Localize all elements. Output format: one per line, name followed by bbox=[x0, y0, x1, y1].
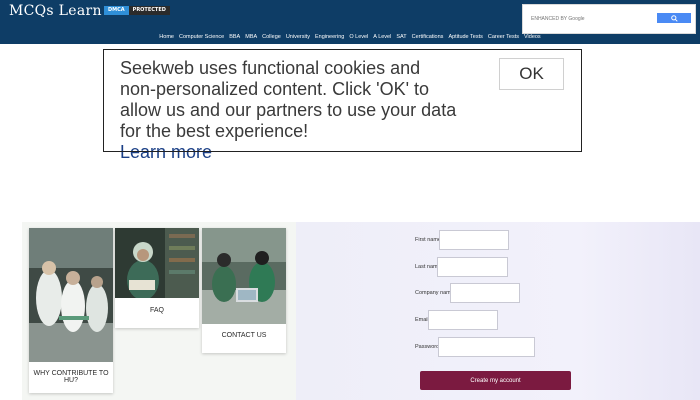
nav-item-computer-science[interactable]: Computer Science bbox=[179, 31, 224, 44]
nav-item-home[interactable]: Home bbox=[159, 31, 174, 44]
card-contact-us[interactable]: CONTACT US bbox=[202, 228, 286, 353]
password-field[interactable] bbox=[438, 337, 535, 357]
library-photo-icon bbox=[115, 228, 199, 298]
card-faq[interactable]: FAQ bbox=[115, 228, 199, 328]
nav-item-bba[interactable]: BBA bbox=[229, 31, 240, 44]
lab-photo-icon bbox=[29, 228, 113, 362]
dmca-badge[interactable]: DMCA PROTECTED bbox=[104, 6, 170, 15]
nav-item-university[interactable]: University bbox=[286, 31, 310, 44]
first-name-label: First name bbox=[415, 237, 441, 243]
nav-item-college[interactable]: College bbox=[262, 31, 281, 44]
site-logo[interactable]: MCQs Learn bbox=[9, 3, 102, 19]
company-name-label: Company name bbox=[415, 290, 454, 296]
first-name-field[interactable] bbox=[439, 230, 509, 250]
search-input[interactable] bbox=[531, 12, 649, 26]
students-photo-icon bbox=[202, 228, 286, 324]
main-nav: Home Computer Science BBA MBA College Un… bbox=[0, 31, 700, 44]
info-cards-panel: WHY CONTRIBUTE TO HU? FAQ CONTACT US bbox=[22, 222, 296, 400]
last-name-field[interactable] bbox=[437, 257, 508, 277]
nav-item-certifications[interactable]: Certifications bbox=[412, 31, 444, 44]
nav-item-sat[interactable]: SAT bbox=[396, 31, 406, 44]
card-why-contribute[interactable]: WHY CONTRIBUTE TO HU? bbox=[29, 228, 113, 393]
card-contact-us-label: CONTACT US bbox=[221, 332, 267, 339]
card-faq-label: FAQ bbox=[149, 307, 164, 314]
company-name-field[interactable] bbox=[450, 283, 520, 303]
search-box bbox=[522, 4, 696, 34]
protected-label: PROTECTED bbox=[128, 6, 170, 15]
nav-item-aptitude-tests[interactable]: Aptitude Tests bbox=[448, 31, 482, 44]
site-header: MCQs Learn DMCA PROTECTED Home Computer … bbox=[0, 0, 700, 44]
nav-item-o-level[interactable]: O Level bbox=[349, 31, 368, 44]
nav-item-videos[interactable]: Videos bbox=[524, 31, 541, 44]
nav-item-mba[interactable]: MBA bbox=[245, 31, 257, 44]
cookie-ok-button[interactable]: OK bbox=[499, 58, 564, 90]
search-button[interactable] bbox=[657, 13, 691, 23]
create-account-button[interactable]: Create my account bbox=[420, 371, 571, 390]
nav-item-career-tests[interactable]: Career Tests bbox=[488, 31, 519, 44]
nav-item-a-level[interactable]: A Level bbox=[373, 31, 391, 44]
nav-item-engineering[interactable]: Engineering bbox=[315, 31, 344, 44]
email-field[interactable] bbox=[428, 310, 498, 330]
card-why-contribute-label: WHY CONTRIBUTE TO HU? bbox=[33, 370, 109, 384]
password-label: Password bbox=[415, 344, 440, 350]
search-icon bbox=[670, 14, 678, 22]
dmca-label: DMCA bbox=[104, 6, 129, 15]
email-label: Email bbox=[415, 317, 429, 323]
